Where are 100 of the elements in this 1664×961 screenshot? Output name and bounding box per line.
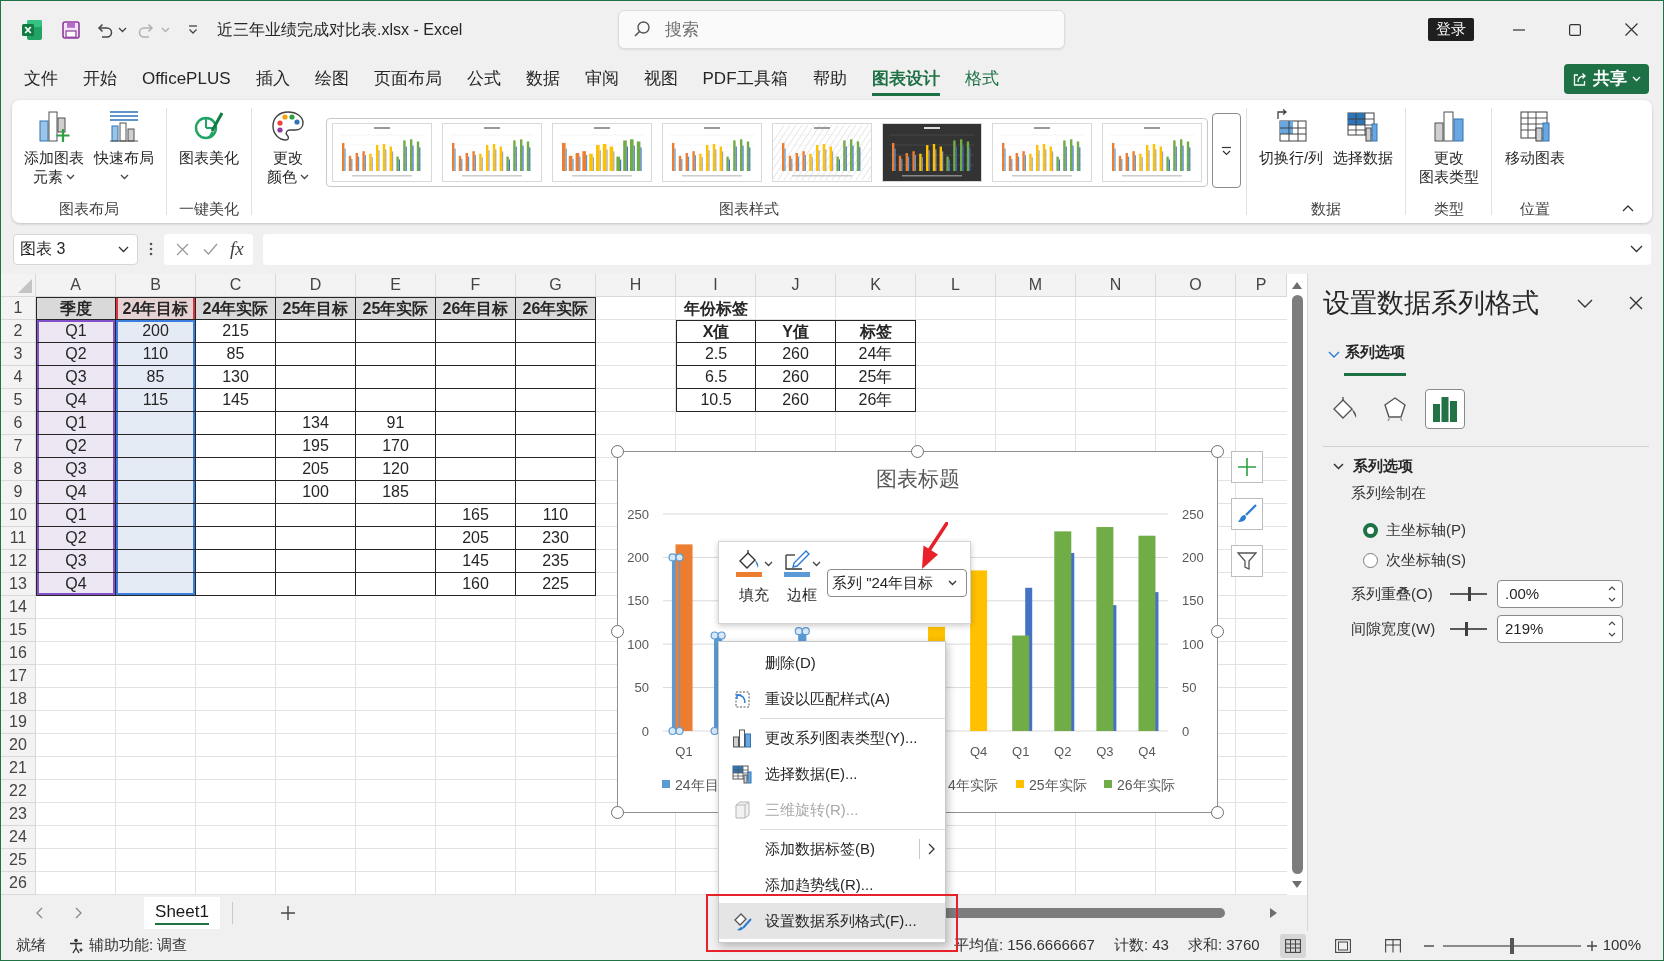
add-chart-element-button[interactable]: 添加图表 元素 (21, 109, 87, 186)
menu-item[interactable]: 更改系列图表类型(Y)... (719, 720, 945, 756)
menu-item[interactable]: 设置数据系列格式(F)... (719, 903, 945, 939)
ribbon-tab[interactable]: 插入 (255, 65, 290, 96)
ribbon-tab[interactable]: 数据 (525, 65, 560, 96)
row-header[interactable]: 10 (1, 504, 36, 527)
row-header[interactable]: 1 (1, 297, 36, 320)
scroll-down-button[interactable] (1291, 880, 1303, 888)
ribbon-tab[interactable]: 公式 (466, 65, 501, 96)
slider-thumb[interactable] (1465, 622, 1469, 636)
row-header[interactable]: 11 (1, 527, 36, 550)
row-header[interactable]: 15 (1, 619, 36, 642)
insert-function-button[interactable]: fx (230, 238, 244, 260)
radio-option[interactable]: 次坐标轴(S) (1363, 548, 1466, 572)
ribbon-tab[interactable]: OfficePLUS (142, 65, 231, 96)
add-sheet-button[interactable] (280, 905, 296, 921)
column-header[interactable]: M (996, 274, 1076, 297)
chart-elements-button[interactable] (1231, 451, 1263, 483)
icon-tab[interactable] (1425, 389, 1465, 429)
row-header[interactable]: 8 (1, 458, 36, 481)
change-chart-type-button[interactable]: 更改 图表类型 (1415, 109, 1482, 186)
sheet-tab[interactable]: Sheet1 (144, 897, 220, 929)
fill-button[interactable]: 填充 (731, 549, 777, 605)
row-header[interactable]: 2 (1, 320, 36, 343)
row-header[interactable]: 14 (1, 596, 36, 619)
outline-button[interactable]: 边框 (779, 549, 825, 605)
chart-style-option[interactable] (881, 123, 982, 182)
formula-field[interactable] (263, 233, 1651, 265)
row-header[interactable]: 16 (1, 642, 36, 665)
column-header[interactable]: O (1156, 274, 1236, 297)
share-button[interactable]: 共享 (1564, 63, 1649, 94)
row-header[interactable]: 6 (1, 412, 36, 435)
ribbon-tab[interactable]: 文件 (24, 65, 58, 96)
row-header[interactable]: 22 (1, 780, 36, 803)
chart-styles-button[interactable] (1231, 498, 1263, 530)
row-header[interactable]: 5 (1, 389, 36, 412)
ribbon-tab[interactable]: 页面布局 (373, 65, 442, 96)
search-field[interactable]: 搜索 (618, 10, 1065, 49)
column-header[interactable]: F (436, 274, 516, 297)
menu-item[interactable]: 添加趋势线(R)... (719, 867, 945, 903)
select-data-button[interactable]: 选择数据 (1330, 109, 1397, 167)
row-header[interactable]: 26 (1, 872, 36, 895)
row-header[interactable]: 7 (1, 435, 36, 458)
column-header[interactable]: D (276, 274, 356, 297)
row-header[interactable]: 12 (1, 550, 36, 573)
row-header[interactable]: 20 (1, 734, 36, 757)
zoom-slider-thumb[interactable] (1509, 937, 1514, 954)
slider-thumb[interactable] (1467, 587, 1471, 601)
row-header[interactable]: 17 (1, 665, 36, 688)
row-header[interactable]: 13 (1, 573, 36, 596)
switch-row-column-button[interactable]: 切换行/列 (1255, 109, 1327, 167)
row-header[interactable]: 9 (1, 481, 36, 504)
radio-option[interactable]: 主坐标轴(P) (1363, 518, 1466, 542)
ribbon-tab[interactable]: 图表设计 (871, 65, 940, 96)
menu-item[interactable]: 选择数据(E)... (719, 756, 945, 792)
column-header[interactable]: G (516, 274, 596, 297)
chart-beautify-button[interactable]: 图表美化 (176, 109, 242, 167)
save-button[interactable] (60, 18, 82, 41)
menu-item[interactable]: 重设以匹配样式(A) (719, 681, 945, 717)
column-header[interactable]: N (1076, 274, 1156, 297)
move-chart-button[interactable]: 移动图表 (1501, 109, 1568, 167)
column-header[interactable]: K (836, 274, 916, 297)
row-header[interactable]: 19 (1, 711, 36, 734)
bar-series[interactable] (1012, 527, 1156, 731)
sign-in-button[interactable]: 登录 (1428, 18, 1474, 41)
scroll-right-button[interactable] (1269, 907, 1277, 919)
row-header[interactable]: 18 (1, 688, 36, 711)
spin-field[interactable]: 219% (1497, 615, 1623, 643)
scroll-up-button[interactable] (1291, 281, 1303, 289)
column-header[interactable]: E (356, 274, 436, 297)
change-colors-button[interactable]: 更改 颜色 (257, 109, 318, 186)
scrollbar-thumb[interactable] (1291, 295, 1303, 874)
row-header[interactable]: 23 (1, 803, 36, 826)
zoom-in-button[interactable] (1586, 938, 1597, 953)
ribbon-tab[interactable]: 审阅 (584, 65, 619, 96)
ribbon-tab[interactable]: 绘图 (314, 65, 349, 96)
chart-filters-button[interactable] (1231, 545, 1263, 577)
view-button[interactable] (1279, 933, 1306, 958)
row-header[interactable]: 3 (1, 343, 36, 366)
column-header[interactable]: J (756, 274, 836, 297)
column-header[interactable]: C (196, 274, 276, 297)
ribbon-tab[interactable]: 开始 (83, 65, 117, 96)
series-dropdown[interactable]: 系列 "24年目标 (827, 569, 967, 597)
column-header[interactable]: L (916, 274, 996, 297)
pane-tab[interactable]: 系列选项 (1344, 332, 1406, 376)
column-header[interactable]: I (676, 274, 756, 297)
quick-layout-button[interactable]: 快速布局 (91, 109, 157, 186)
menu-item[interactable]: 添加数据标签(B) (719, 831, 945, 867)
name-box[interactable]: 图表 3 (13, 233, 138, 265)
row-header[interactable]: 4 (1, 366, 36, 389)
ribbon-tab[interactable]: 视图 (643, 65, 678, 96)
column-header[interactable]: H (596, 274, 676, 297)
menu-item[interactable]: 删除(D) (719, 645, 945, 681)
row-header[interactable]: 25 (1, 849, 36, 872)
row-header[interactable]: 21 (1, 757, 36, 780)
ribbon-tab[interactable]: 帮助 (812, 65, 847, 96)
ribbon-tab[interactable]: PDF工具箱 (702, 65, 788, 96)
accessibility-button[interactable]: 辅助功能: 调查 (68, 934, 188, 957)
ribbon-tab[interactable]: 格式 (964, 65, 999, 96)
column-header[interactable]: B (116, 274, 196, 297)
